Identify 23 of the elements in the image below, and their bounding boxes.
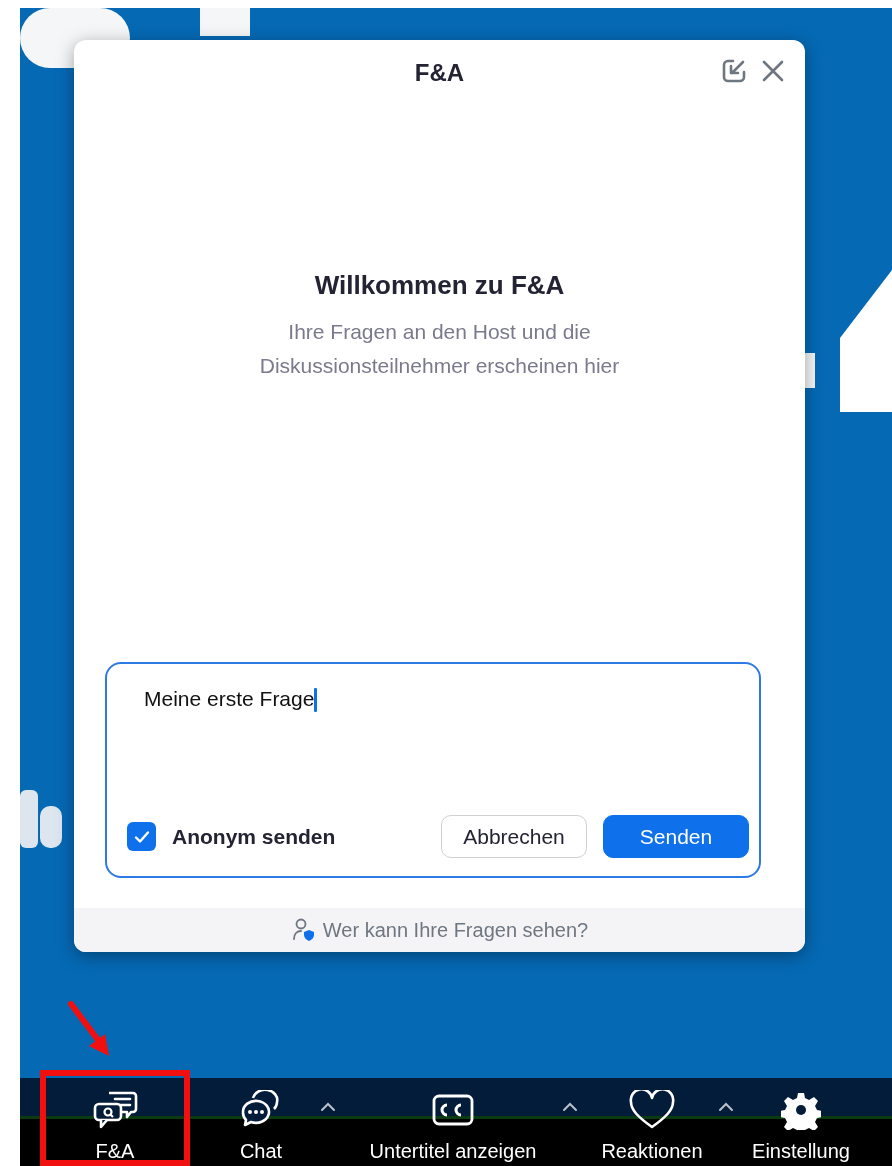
welcome-title: Willkommen zu F&A: [314, 268, 565, 302]
qa-icon[interactable]: [91, 1090, 139, 1130]
question-field[interactable]: Meine erste Frage: [127, 684, 749, 815]
welcome-text: Ihre Fragen an den Host und die Diskussionsteilnehmer erscheinen hier: [258, 318, 621, 379]
send-button[interactable]: Senden: [603, 815, 749, 858]
cancel-button[interactable]: Abbrechen: [441, 815, 587, 858]
caret-icon[interactable]: [562, 1101, 578, 1112]
anonymous-checkbox[interactable]: [127, 822, 156, 851]
settings-icon[interactable]: [781, 1090, 821, 1130]
caret-icon[interactable]: [718, 1101, 734, 1112]
toolbar-button-label[interactable]: Einstellung: [752, 1136, 850, 1166]
heart-icon[interactable]: [628, 1090, 676, 1130]
caret-icon[interactable]: [320, 1101, 336, 1112]
pop-in-icon[interactable]: [721, 58, 747, 84]
toolbar-button-label[interactable]: Reaktionen: [601, 1136, 703, 1166]
dialog-title: F&A: [414, 58, 465, 88]
user-shield-icon: [290, 917, 317, 943]
toolbar-button-label[interactable]: F&A: [95, 1136, 135, 1166]
toolbar-button-label[interactable]: Chat: [239, 1136, 283, 1166]
anonymous-label: Anonym senden: [172, 823, 336, 850]
toolbar-button-label[interactable]: Untertitel anzeigen: [369, 1136, 537, 1166]
closed-captions-icon[interactable]: [431, 1092, 475, 1128]
close-icon[interactable]: [761, 59, 785, 83]
